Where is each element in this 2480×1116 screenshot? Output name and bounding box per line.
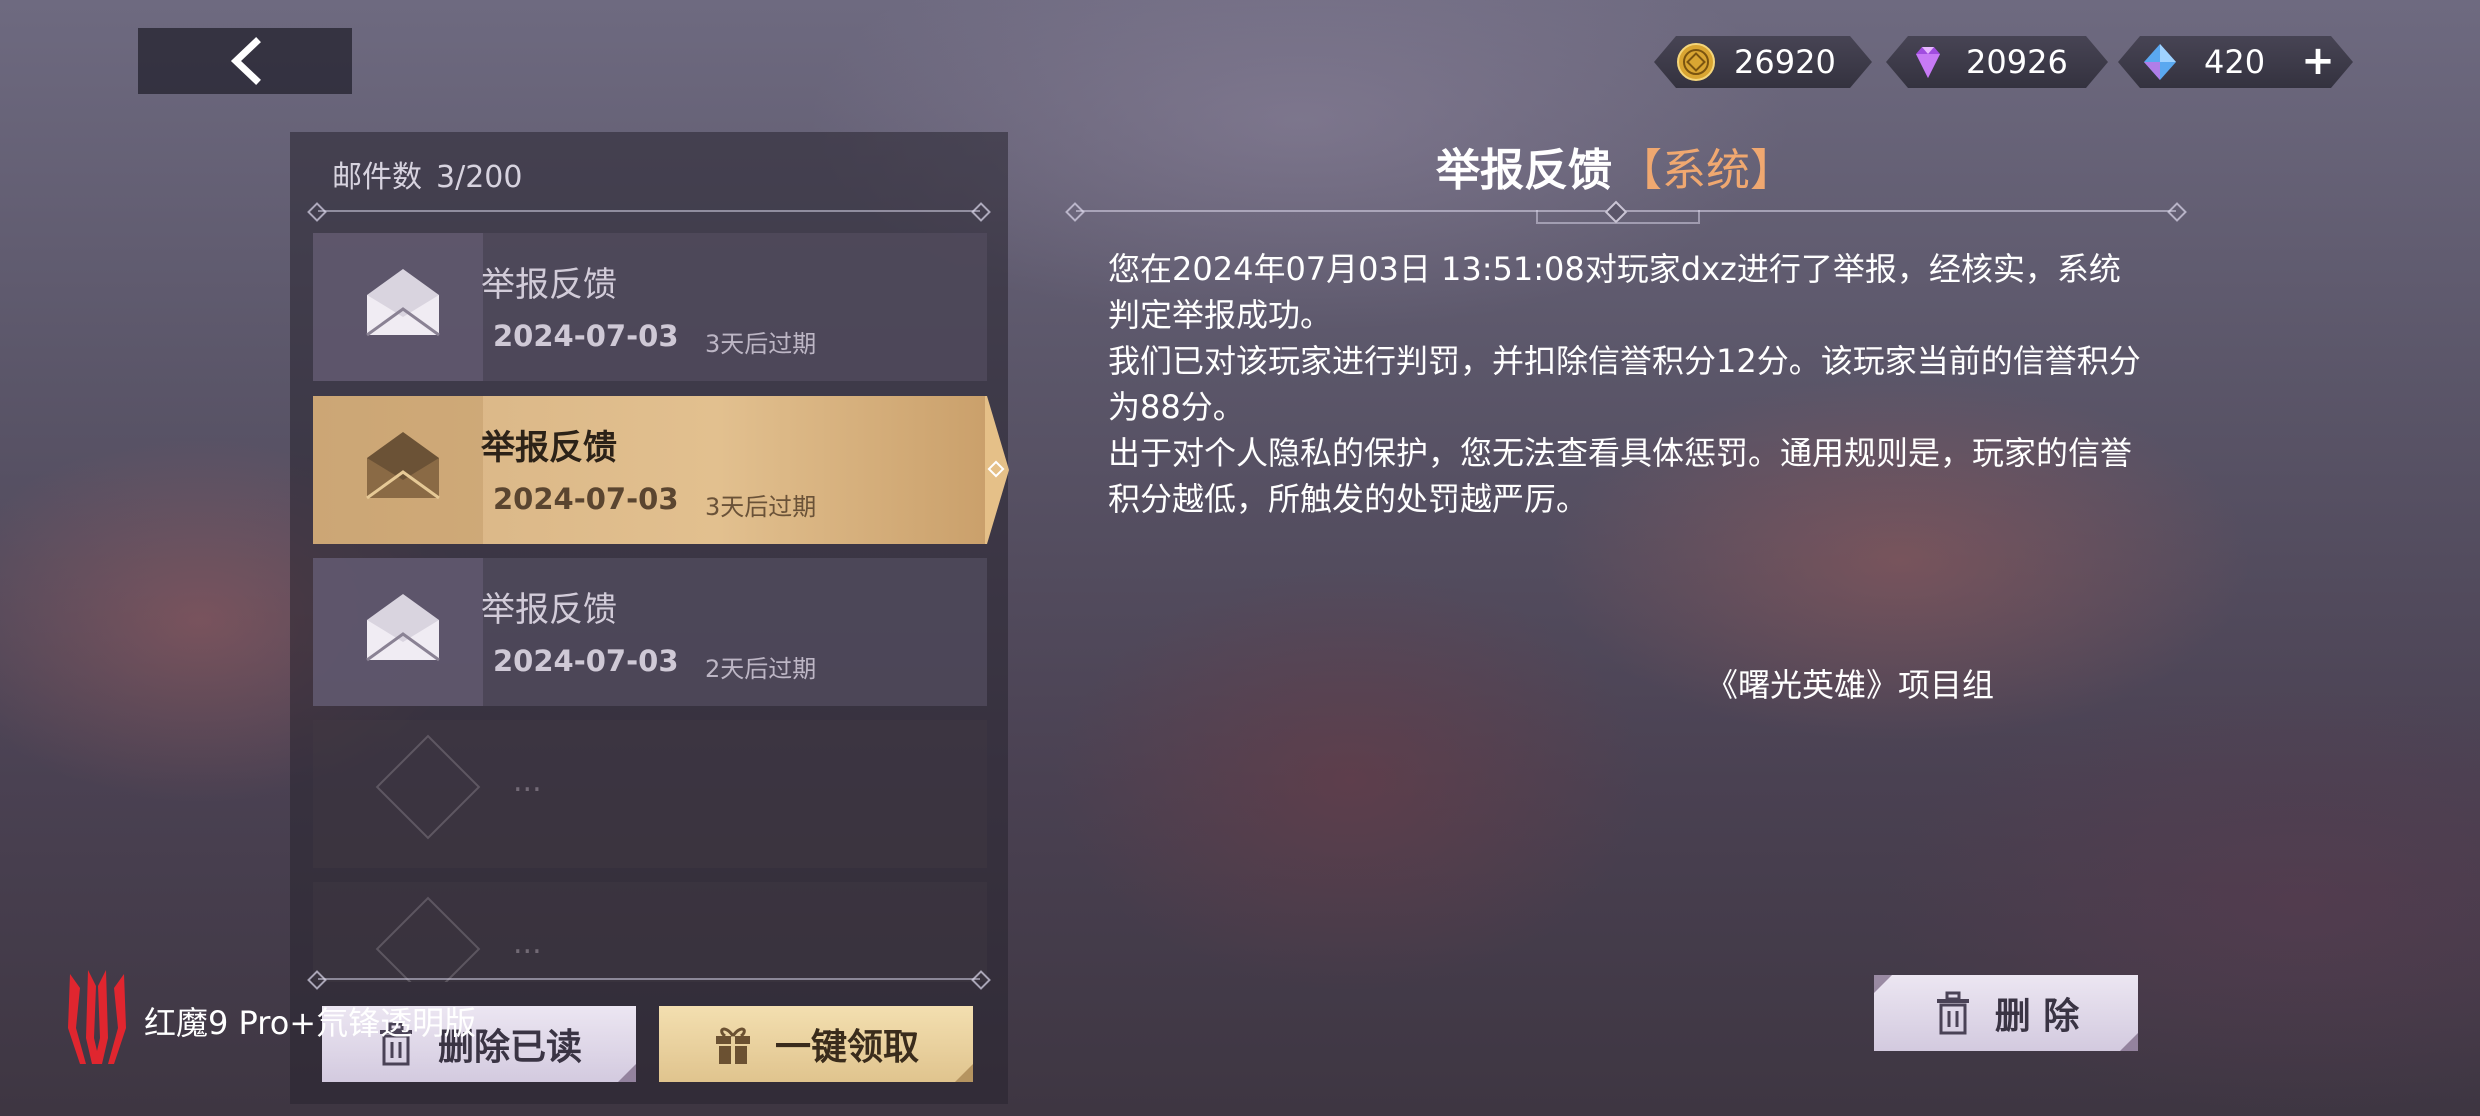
mail-detail-title-text: 举报反馈 — [1436, 145, 1612, 196]
detail-divider — [1076, 200, 2176, 224]
blue-crystal-icon — [2140, 42, 2180, 82]
gift-icon — [715, 1027, 750, 1064]
mail-body-paragraph: 我们已对该玩家进行判罚，并扣除信誉积分12分。该玩家当前的信誉积分为88分。 — [1108, 342, 2141, 426]
red-magic-logo-icon — [68, 970, 126, 1064]
envelope-icon — [366, 432, 440, 500]
empty-slot-diamond-icon — [375, 734, 481, 840]
device-watermark: 红魔9 Pro+氘锋透明版 — [62, 968, 622, 1068]
mail-detail-title: 举报反馈 【系统】 — [1436, 134, 1794, 198]
mail-signature: 《曙光英雄》项目组 — [1706, 666, 1995, 704]
claim-all-label: 一键领取 — [774, 1027, 919, 1068]
currency-gold: 26920 — [1654, 36, 1872, 88]
selection-arrow-icon — [985, 396, 1009, 544]
gold-value: 26920 — [1734, 43, 1836, 81]
mail-date: 2024-07-03 — [493, 644, 679, 678]
mail-expire: 2天后过期 — [705, 655, 817, 683]
watermark-text: 红魔9 Pro+氘锋透明版 — [144, 1004, 477, 1042]
mail-expire: 3天后过期 — [705, 330, 817, 358]
trash-icon — [1936, 991, 1969, 1035]
chevron-left-icon — [230, 37, 261, 85]
empty-mail-slot: ... — [313, 720, 987, 868]
mail-title: 举报反馈 — [481, 590, 617, 630]
gem-value: 20926 — [1966, 43, 2068, 81]
crystal-value: 420 — [2204, 43, 2266, 81]
delete-mail-label: 删 除 — [1994, 996, 2080, 1037]
gold-coin-icon — [1676, 42, 1716, 82]
mail-detail-tag: 【系统】 — [1618, 145, 1794, 196]
mail-date: 2024-07-03 — [493, 482, 679, 516]
mail-list-item[interactable]: 举报反馈 2024-07-03 2天后过期 — [313, 558, 987, 706]
claim-all-button[interactable]: 一键领取 — [659, 1006, 973, 1082]
purple-gem-icon — [1908, 42, 1948, 82]
envelope-icon — [366, 269, 440, 337]
mail-title: 举报反馈 — [481, 428, 617, 468]
mail-list-item-selected[interactable]: 举报反馈 2024-07-03 3天后过期 — [313, 396, 1009, 544]
mail-detail-body: 您在2024年07月03日 13:51:08对玩家dxz进行了举报，经核实，系统… — [1108, 246, 2148, 522]
back-button[interactable] — [138, 28, 352, 94]
empty-slot-placeholder: ... — [513, 764, 542, 799]
add-crystal-button[interactable]: + — [2298, 36, 2338, 88]
mail-expire: 3天后过期 — [705, 493, 817, 521]
mail-count-label: 邮件数 — [332, 160, 422, 195]
empty-mail-slot: ... — [313, 882, 987, 982]
mail-list-item[interactable]: 举报反馈 2024-07-03 3天后过期 — [313, 233, 987, 381]
list-top-divider — [318, 210, 980, 212]
mail-count: 邮件数 3/200 — [332, 152, 522, 196]
currency-gem: 20926 — [1886, 36, 2108, 88]
mail-body-paragraph: 您在2024年07月03日 13:51:08对玩家dxz进行了举报，经核实，系统… — [1108, 250, 2121, 334]
mail-count-value: 3/200 — [436, 160, 523, 195]
mail-body-paragraph: 出于对个人隐私的保护，您无法查看具体惩罚。通用规则是，玩家的信誉积分越低，所触发… — [1108, 434, 2133, 518]
empty-slot-placeholder: ... — [513, 926, 542, 961]
delete-mail-button[interactable]: 删 除 — [1874, 975, 2138, 1051]
mail-title: 举报反馈 — [481, 265, 617, 305]
currency-crystal: 420 + — [2118, 36, 2353, 88]
mail-list-panel: 邮件数 3/200 举报反馈 2024-07-03 3天后过期 举报反馈 2024… — [290, 132, 1009, 1104]
envelope-icon — [366, 594, 440, 662]
mail-date: 2024-07-03 — [493, 319, 679, 353]
